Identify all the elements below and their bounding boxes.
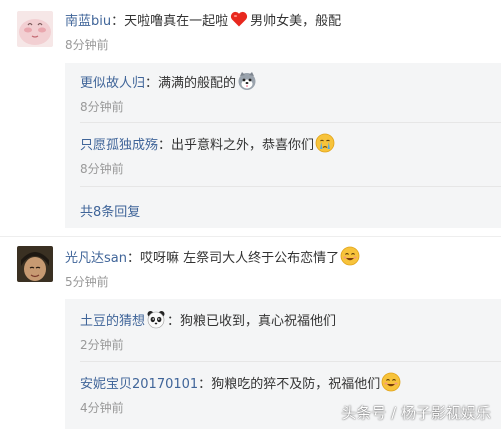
smiling-face-icon xyxy=(381,372,401,392)
comment-body: 光凡达san：哎呀嘛 左祭司大人终于公布恋情了 5分钟前 xyxy=(65,246,501,290)
view-more-replies-link[interactable]: 共8条回复 xyxy=(80,201,140,220)
reply-username[interactable]: 更似故人归 xyxy=(80,76,145,91)
reply-divider xyxy=(80,361,501,362)
comment-username[interactable]: 南蓝biu xyxy=(65,14,111,29)
reply-username[interactable]: 只愿孤独成殇 xyxy=(80,138,158,153)
reply-username[interactable]: 安妮宝贝20170101 xyxy=(80,377,198,392)
avatar[interactable] xyxy=(17,246,53,282)
panda-icon xyxy=(146,309,166,329)
reply-time: 8分钟前 xyxy=(80,100,124,114)
comment-text: 天啦噜真在一起啦 xyxy=(124,14,229,29)
reply-item: 只愿孤独成殇：出乎意料之外，恭喜你们 8分钟前 xyxy=(80,133,491,177)
reply-text: 出乎意料之外，恭喜你们 xyxy=(171,138,315,153)
comment-separator xyxy=(0,236,501,237)
reply-text: 狗粮吃的猝不及防，祝福他们 xyxy=(211,377,381,392)
reply-time: 8分钟前 xyxy=(80,162,124,176)
husky-icon xyxy=(237,71,257,91)
colon: ： xyxy=(198,377,212,392)
colon: ： xyxy=(145,76,159,91)
colon: ： xyxy=(167,314,181,329)
comment-time: 5分钟前 xyxy=(65,275,109,289)
comment-text-after: 男帅女美，般配 xyxy=(250,14,342,29)
heart-icon xyxy=(229,9,249,29)
colon: ： xyxy=(126,251,140,266)
comment-item: 光凡达san：哎呀嘛 左祭司大人终于公布恋情了 5分钟前 土豆的猜想 ：狗粮已收到… xyxy=(0,238,501,429)
comment-text: 哎呀嘛 左祭司大人终于公布恋情了 xyxy=(140,251,340,266)
comment-body: 南蓝biu：天啦噜真在一起啦 男帅女美，般配 8分钟前 xyxy=(65,9,501,53)
reply-item: 土豆的猜想 ：狗粮已收到，真心祝福他们 2分钟前 xyxy=(80,309,491,353)
comment-username[interactable]: 光凡达san xyxy=(65,251,127,266)
reply-divider xyxy=(80,122,501,123)
colon: ： xyxy=(158,138,172,153)
reply-list: 更似故人归：满满的般配的 8分钟前 只愿孤独成殇：出乎意料之外，恭喜你们 8分钟… xyxy=(65,63,501,228)
comment-item: 南蓝biu：天啦噜真在一起啦 男帅女美，般配 8分钟前 更似故人归：满满的般配的 … xyxy=(0,0,501,234)
reply-time: 2分钟前 xyxy=(80,338,124,352)
watermark: 头条号 / 杨子影视娱乐 xyxy=(341,404,491,422)
avatar[interactable] xyxy=(17,11,53,47)
reply-text: 狗粮已收到，真心祝福他们 xyxy=(180,314,337,329)
reply-username[interactable]: 土豆的猜想 xyxy=(80,314,145,329)
crying-face-icon xyxy=(315,133,335,153)
reply-text: 满满的般配的 xyxy=(158,76,237,91)
comment-time: 8分钟前 xyxy=(65,38,109,52)
smiling-face-icon xyxy=(340,246,360,266)
reply-item: 更似故人归：满满的般配的 8分钟前 xyxy=(80,71,491,115)
reply-divider xyxy=(80,186,501,187)
colon: ： xyxy=(111,14,125,29)
